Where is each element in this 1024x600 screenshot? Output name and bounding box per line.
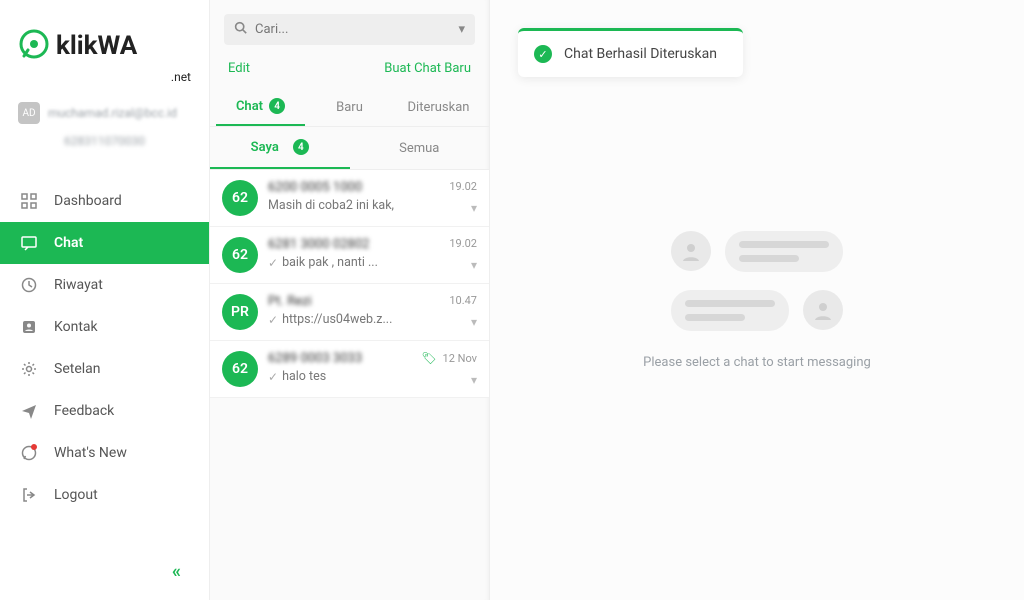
tab-label: Diteruskan	[408, 100, 470, 115]
search-icon	[234, 21, 247, 38]
thread-title: 6289 0003 3033	[268, 351, 411, 366]
person-icon	[671, 231, 711, 271]
thread-item[interactable]: 62 6289 0003 3033 ✓ halo tes 🏷 12 Nov ▾	[210, 341, 489, 398]
thread-avatar: 62	[222, 237, 258, 273]
collapse-sidebar-button[interactable]: «	[0, 551, 209, 600]
tab-baru[interactable]: Baru	[305, 88, 394, 126]
nav-label: Riwayat	[54, 277, 103, 293]
tab-diteruskan[interactable]: Diteruskan	[394, 88, 483, 126]
subtab-semua[interactable]: Semua	[350, 127, 490, 169]
chat-list-panel: ▾ Edit Buat Chat Baru Chat 4 Baru Diteru…	[210, 0, 490, 600]
nav-label: Logout	[54, 487, 98, 503]
thread-list: 62 6200 0005 1000 Masih di coba2 ini kak…	[210, 170, 489, 398]
thread-time: 12 Nov	[443, 352, 477, 365]
send-icon	[20, 402, 38, 420]
chat-icon	[20, 234, 38, 252]
grid-icon	[20, 192, 38, 210]
check-icon: ✓	[268, 313, 278, 327]
thread-title: 6200 0005 1000	[268, 180, 439, 195]
nav-label: Setelan	[54, 361, 101, 377]
check-icon: ✓	[268, 370, 278, 384]
tab-chat[interactable]: Chat 4	[216, 88, 305, 126]
check-icon: ✓	[268, 256, 278, 270]
thread-preview: halo tes	[282, 369, 326, 384]
person-icon	[803, 290, 843, 330]
tab-badge: 4	[269, 98, 285, 114]
user-block: AD muchamad.rizal@bcc.id 628311070030	[0, 94, 209, 158]
thread-avatar: 62	[222, 351, 258, 387]
nav-label: What's New	[54, 445, 127, 461]
whatsapp-icon	[20, 444, 38, 462]
thread-preview: https://us04web.z...	[282, 312, 392, 327]
thread-time: 19.02	[449, 180, 477, 193]
nav-label: Dashboard	[54, 193, 122, 209]
thread-item[interactable]: 62 6281 3000 02802 ✓ baik pak , nanti ...…	[210, 227, 489, 284]
chat-toolbar: Edit Buat Chat Baru	[210, 53, 489, 88]
chat-subtabs: Saya 4 Semua	[210, 127, 489, 170]
nav-label: Feedback	[54, 403, 114, 419]
chevron-down-icon[interactable]: ▾	[471, 258, 477, 272]
chevron-down-icon[interactable]: ▾	[471, 373, 477, 387]
thread-time: 19.02	[449, 237, 477, 250]
thread-avatar: 62	[222, 180, 258, 216]
thread-preview: Masih di coba2 ini kak,	[268, 198, 394, 213]
subtab-saya[interactable]: Saya 4	[210, 127, 350, 169]
thread-title: Pt. Rezi	[268, 294, 439, 309]
thread-avatar: PR	[222, 294, 258, 330]
thread-item[interactable]: 62 6200 0005 1000 Masih di coba2 ini kak…	[210, 170, 489, 227]
thread-title: 6281 3000 02802	[268, 237, 439, 252]
subtab-badge: 4	[293, 139, 309, 155]
check-circle-icon: ✓	[534, 45, 552, 63]
contact-icon	[20, 318, 38, 336]
brand-name: klikWA	[56, 31, 137, 61]
nav-kontak[interactable]: Kontak	[0, 306, 209, 348]
tab-label: Chat	[236, 99, 263, 114]
search-box[interactable]: ▾	[224, 14, 475, 45]
chevron-down-icon[interactable]: ▾	[458, 22, 465, 37]
search-input[interactable]	[255, 22, 450, 37]
user-phone: 628311070030	[18, 134, 191, 148]
chevron-double-left-icon: «	[172, 561, 181, 582]
empty-illustration	[671, 231, 843, 331]
gear-icon	[20, 360, 38, 378]
edit-chats-link[interactable]: Edit	[228, 61, 250, 76]
success-toast: ✓ Chat Berhasil Diteruskan	[518, 28, 743, 77]
chevron-down-icon[interactable]: ▾	[471, 201, 477, 215]
thread-item[interactable]: PR Pt. Rezi ✓https://us04web.z... 10.47 …	[210, 284, 489, 341]
tag-icon: 🏷	[421, 351, 436, 365]
sidebar: klikWA .net AD muchamad.rizal@bcc.id 628…	[0, 0, 210, 600]
brand-suffix: .net	[18, 70, 191, 84]
thread-time: 10.47	[449, 294, 477, 307]
thread-preview: baik pak , nanti ...	[282, 255, 378, 270]
tab-label: Baru	[336, 100, 363, 115]
logo-icon	[18, 28, 50, 64]
empty-state-text: Please select a chat to start messaging	[643, 355, 871, 370]
nav-setelan[interactable]: Setelan	[0, 348, 209, 390]
nav-label: Chat	[54, 235, 83, 251]
main-nav: Dashboard Chat Riwayat Kontak Setelan Fe…	[0, 180, 209, 551]
brand-block: klikWA .net	[0, 0, 209, 94]
chevron-down-icon[interactable]: ▾	[471, 315, 477, 329]
toast-text: Chat Berhasil Diteruskan	[564, 46, 717, 62]
user-avatar-badge: AD	[18, 102, 40, 124]
nav-whatsnew[interactable]: What's New	[0, 432, 209, 474]
new-chat-link[interactable]: Buat Chat Baru	[384, 61, 471, 76]
chat-tabs: Chat 4 Baru Diteruskan	[210, 88, 489, 127]
nav-riwayat[interactable]: Riwayat	[0, 264, 209, 306]
nav-label: Kontak	[54, 319, 98, 335]
conversation-pane: ✓ Chat Berhasil Diteruskan Please select…	[490, 0, 1024, 600]
nav-feedback[interactable]: Feedback	[0, 390, 209, 432]
empty-state: Please select a chat to start messaging	[490, 0, 1024, 600]
nav-logout[interactable]: Logout	[0, 474, 209, 516]
nav-chat[interactable]: Chat	[0, 222, 209, 264]
nav-dashboard[interactable]: Dashboard	[0, 180, 209, 222]
brand-logo: klikWA	[18, 28, 191, 64]
subtab-label: Semua	[399, 141, 439, 156]
logout-icon	[20, 486, 38, 504]
history-icon	[20, 276, 38, 294]
subtab-label: Saya	[251, 140, 279, 155]
user-email: muchamad.rizal@bcc.id	[48, 106, 177, 120]
notification-dot-icon	[31, 444, 37, 450]
